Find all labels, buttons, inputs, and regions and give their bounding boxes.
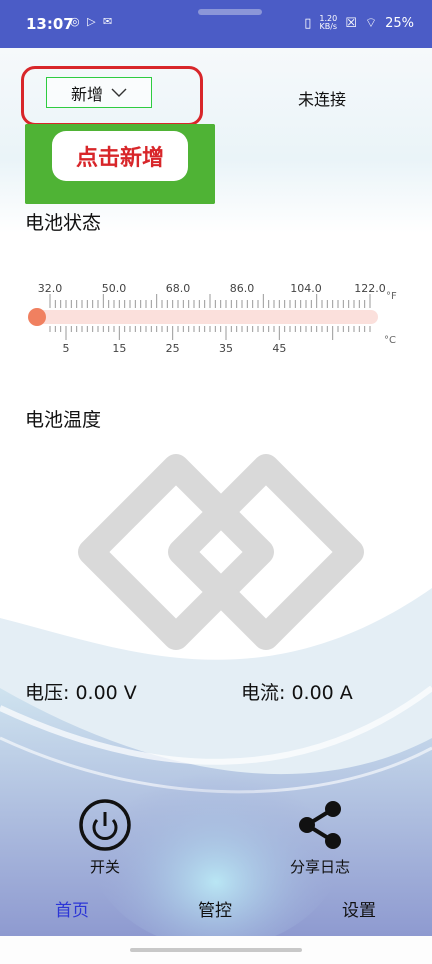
status-right-group: ▯ 1.20 KB/s ☒ ⌔ 25% — [304, 14, 414, 32]
gauge-track — [34, 310, 378, 324]
current-readout: 电流: 0.00 A — [241, 682, 353, 704]
vibrate-icon: ▯ — [304, 15, 312, 31]
celsius-tick-label: 15 — [112, 342, 126, 355]
fahrenheit-tick-label: 68.0 — [166, 282, 191, 295]
add-device-callout: 点击新增 — [52, 131, 188, 181]
celsius-tick-label: 25 — [166, 342, 180, 355]
system-navigation-bar — [0, 936, 432, 964]
wifi-icon: ⌔ — [364, 16, 378, 31]
celsius-tick-label: 35 — [219, 342, 233, 355]
share-log-label: 分享日志 — [290, 858, 351, 876]
celsius-tick-label: 45 — [272, 342, 286, 355]
battery-status-label: 电池状态 — [25, 212, 102, 234]
connection-status: 未连接 — [298, 90, 347, 109]
power-icon — [79, 799, 131, 851]
celsius-unit: °C — [384, 335, 396, 346]
power-label: 开关 — [89, 858, 120, 876]
brand-watermark-logo — [78, 454, 364, 650]
tab-settings[interactable]: 设置 — [342, 896, 376, 921]
fahrenheit-tick-label: 86.0 — [230, 282, 255, 295]
tab-home[interactable]: 首页 — [55, 896, 89, 921]
temperature-gauge: 32.0 50.0 68.0 86.0 104.0 122.0 5 15 25 35 45 °F … — [28, 282, 397, 355]
home-gesture-bar[interactable] — [130, 948, 302, 952]
status-time: 13:07 — [26, 15, 74, 33]
fahrenheit-tick-label: 32.0 — [38, 282, 63, 295]
network-speed: 1.20 KB/s — [319, 14, 338, 31]
tab-control[interactable]: 管控 — [198, 896, 232, 921]
share-log-button[interactable]: 分享日志 — [290, 798, 350, 877]
sim-x-icon: ☒ — [345, 15, 357, 31]
share-icon — [299, 801, 341, 849]
chevron-down-icon — [111, 88, 127, 97]
battery-temperature-label: 电池温度 — [25, 409, 102, 431]
fahrenheit-tick-label: 50.0 — [102, 282, 127, 295]
device-selector-label: 新增 — [70, 84, 103, 104]
device-selector-dropdown[interactable]: 新增 — [46, 77, 152, 108]
battery-percent: 25% — [385, 15, 414, 31]
status-bar-handle — [198, 9, 262, 15]
fahrenheit-tick-label: 104.0 — [290, 282, 322, 295]
celsius-tick-label: 5 — [63, 342, 70, 355]
voltage-readout: 电压: 0.00 V — [25, 682, 137, 704]
gauge-bulb — [28, 308, 46, 326]
status-notification-icons: ◎ ▷ ✉ — [70, 15, 115, 28]
power-button[interactable]: 开关 — [78, 798, 132, 877]
fahrenheit-tick-label: 122.0 — [354, 282, 386, 295]
fahrenheit-unit: °F — [386, 291, 397, 302]
status-bar: 13:07 ◎ ▷ ✉ ▯ 1.20 KB/s ☒ ⌔ 25% — [0, 0, 432, 48]
